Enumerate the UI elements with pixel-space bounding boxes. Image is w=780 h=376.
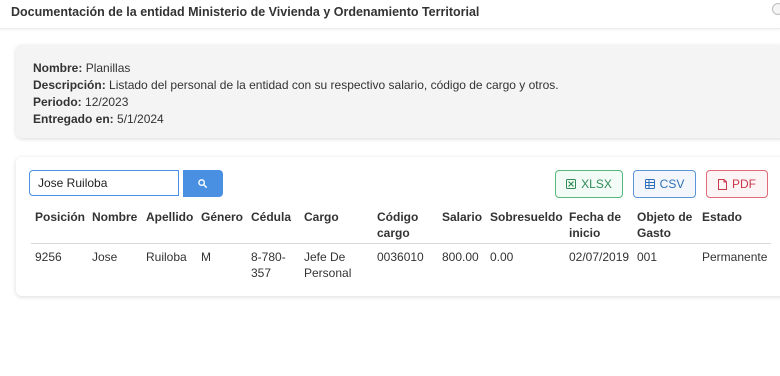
info-descripcion-value: Listado del personal de la entidad con s… — [109, 78, 559, 92]
info-periodo: Periodo: 12/2023 — [33, 95, 128, 109]
cell-salario: 800.00 — [442, 250, 479, 264]
export-csv-button[interactable]: CSV — [633, 170, 696, 198]
close-icon[interactable] — [772, 3, 780, 15]
col-header-objeto-gasto-line1: Objeto de — [637, 210, 693, 224]
cell-cedula-line2: 357 — [251, 266, 272, 280]
cell-cargo: Jefe De Personal — [304, 249, 351, 281]
info-nombre-value: Planillas — [85, 61, 131, 75]
col-header-codigo-cargo[interactable]: Código cargo — [377, 209, 418, 241]
excel-icon — [566, 179, 577, 189]
col-header-nombre[interactable]: Nombre — [92, 209, 137, 225]
col-header-estado[interactable]: Estado — [702, 209, 742, 225]
info-nombre: Nombre: Planillas — [33, 61, 130, 75]
export-pdf-button[interactable]: PDF — [706, 170, 768, 198]
cell-cargo-line1: Jefe De — [304, 250, 346, 264]
cell-cargo-line2: Personal — [304, 266, 352, 280]
col-header-cargo[interactable]: Cargo — [304, 209, 339, 225]
col-header-objeto-gasto[interactable]: Objeto de Gasto — [637, 209, 692, 241]
col-header-cedula[interactable]: Cédula — [251, 209, 291, 225]
col-header-apellido[interactable]: Apellido — [146, 209, 193, 225]
col-header-codigo-cargo-line1: Código — [377, 210, 419, 224]
table-icon — [644, 179, 655, 189]
cell-codigo-cargo: 0036010 — [377, 250, 424, 264]
cell-objeto-gasto: 001 — [637, 250, 658, 264]
search-icon — [198, 179, 207, 188]
pdf-file-icon — [718, 178, 727, 190]
info-entregado: Entregado en: 5/1/2024 — [33, 112, 164, 126]
cell-apellido: Ruiloba — [146, 250, 187, 264]
info-descripcion-label: Descripción: — [33, 78, 106, 92]
window-title: Documentación de la entidad Ministerio d… — [11, 5, 480, 19]
col-header-sobresueldo[interactable]: Sobresueldo — [490, 209, 563, 225]
cell-sobresueldo: 0.00 — [490, 250, 514, 264]
col-header-posicion[interactable]: Posición — [35, 209, 85, 225]
col-header-fecha-inicio-line1: Fecha de — [569, 210, 622, 224]
info-nombre-label: Nombre: — [33, 61, 83, 75]
cell-genero: M — [201, 250, 211, 264]
search-input[interactable] — [29, 170, 179, 196]
export-csv-label: CSV — [659, 177, 685, 191]
cell-cedula: 8-780- 357 — [251, 249, 286, 281]
col-header-genero[interactable]: Género — [201, 209, 243, 225]
export-xlsx-button[interactable]: XLSX — [555, 170, 623, 198]
info-entregado-label: Entregado en: — [33, 112, 114, 126]
window-titlebar: Documentación de la entidad Ministerio d… — [0, 0, 780, 29]
cell-cedula-line1: 8-780- — [251, 250, 286, 264]
info-descripcion: Descripción: Listado del personal de la … — [33, 78, 559, 92]
cell-fecha-inicio: 02/07/2019 — [569, 250, 630, 264]
col-header-salario[interactable]: Salario — [442, 209, 482, 225]
info-periodo-value: 12/2023 — [85, 95, 129, 109]
export-pdf-label: PDF — [732, 177, 756, 191]
col-header-objeto-gasto-line2: Gasto — [637, 226, 672, 240]
cell-nombre: Jose — [92, 250, 118, 264]
search-button[interactable] — [183, 170, 223, 197]
cell-posicion: 9256 — [35, 250, 62, 264]
export-xlsx-label: XLSX — [581, 177, 612, 191]
info-entregado-value: 5/1/2024 — [117, 112, 164, 126]
cell-estado: Permanente — [702, 250, 768, 264]
table-header-divider — [31, 243, 771, 244]
results-card: XLSX CSV PDF Posición Nombre Apellido Gé… — [16, 157, 780, 296]
col-header-fecha-inicio-line2: inicio — [569, 226, 601, 240]
col-header-fecha-inicio[interactable]: Fecha de inicio — [569, 209, 621, 241]
document-info-panel: Nombre: Planillas Descripción: Listado d… — [16, 45, 780, 138]
info-periodo-label: Periodo: — [33, 95, 82, 109]
col-header-codigo-cargo-line2: cargo — [377, 226, 410, 240]
